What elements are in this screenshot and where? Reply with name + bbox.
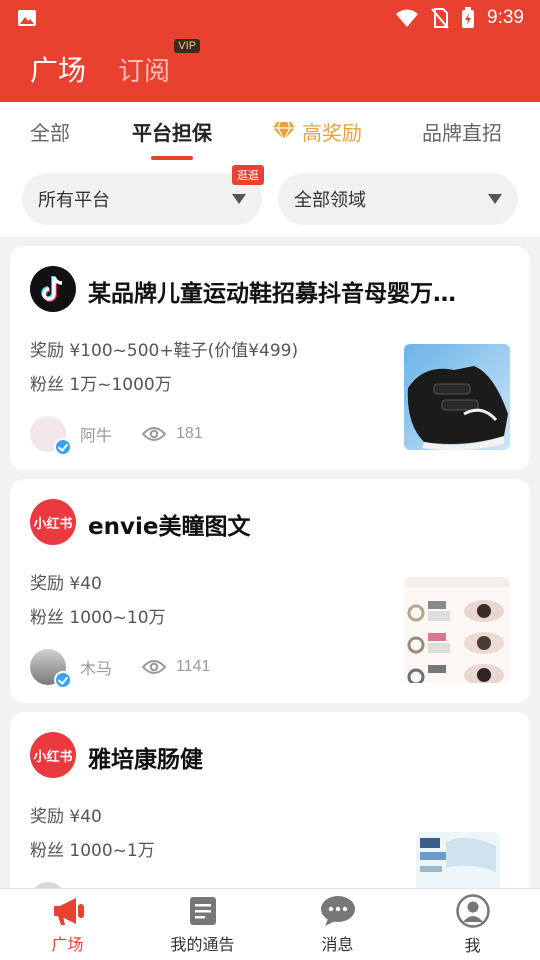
nav-me-label: 我 bbox=[464, 935, 481, 955]
diamond-icon bbox=[273, 121, 295, 141]
image-notification-icon bbox=[18, 10, 36, 26]
document-icon bbox=[189, 896, 216, 925]
subtab-high-reward[interactable]: 高奖励 bbox=[272, 117, 362, 146]
nav-square[interactable]: 广场 bbox=[0, 889, 135, 960]
no-sim-icon bbox=[431, 8, 449, 29]
header: 广场 订阅 VIP bbox=[0, 36, 540, 102]
subtab-platform-guarantee[interactable]: 平台担保 bbox=[132, 117, 212, 160]
campaign-fans-range: 粉丝 1万~1000万 bbox=[30, 375, 172, 395]
status-time: 9:39 bbox=[487, 7, 524, 28]
campaign-card[interactable]: 小红书 envie美瞳图文 奖励 ¥40 粉丝 1000~10万 木马 1141 bbox=[10, 479, 530, 703]
vip-badge: VIP bbox=[174, 38, 201, 53]
caret-down-icon bbox=[488, 193, 502, 204]
browse-badge: 逛逛 bbox=[232, 164, 264, 185]
user-icon bbox=[455, 893, 490, 928]
campaign-fans-range: 粉丝 1000~1万 bbox=[30, 841, 155, 861]
avatar[interactable] bbox=[30, 649, 72, 689]
campaign-thumbnail bbox=[404, 344, 510, 450]
campaign-card[interactable]: 某品牌儿童运动鞋招募抖音母婴万… 奖励 ¥100~500+鞋子(价值¥499) … bbox=[10, 246, 530, 470]
avatar[interactable] bbox=[30, 416, 72, 456]
xiaohongshu-logo-text: 小红书 bbox=[33, 749, 73, 765]
campaign-title: envie美瞳图文 bbox=[88, 514, 251, 540]
nav-my-notices[interactable]: 我的通告 bbox=[135, 889, 270, 960]
campaign-title: 雅培康肠健 bbox=[88, 747, 203, 773]
status-bar: 9:39 bbox=[0, 0, 540, 36]
verified-check-icon bbox=[54, 438, 72, 456]
subtab-all[interactable]: 全部 bbox=[30, 117, 70, 146]
view-count: 181 bbox=[176, 425, 203, 442]
xiaohongshu-logo-text: 小红书 bbox=[33, 516, 73, 532]
bottom-nav: 广场 我的通告 消息 我 bbox=[0, 888, 540, 960]
tab-square[interactable]: 广场 bbox=[30, 49, 86, 89]
campaign-reward: 奖励 ¥40 bbox=[30, 807, 102, 827]
subtab-high-reward-label: 高奖励 bbox=[302, 120, 362, 145]
nav-my-notices-label: 我的通告 bbox=[170, 934, 235, 954]
author-name: 木马 bbox=[80, 659, 113, 678]
top-bar: 9:39 广场 订阅 VIP bbox=[0, 0, 540, 102]
campaign-meta: 阿牛 181 bbox=[30, 416, 203, 456]
domain-filter-dropdown[interactable]: 全部领域 bbox=[278, 172, 518, 225]
verified-check-icon bbox=[54, 671, 72, 689]
battery-charging-icon bbox=[462, 7, 475, 28]
campaign-meta: 木马 1141 bbox=[30, 649, 211, 689]
eye-icon bbox=[142, 427, 167, 441]
caret-down-icon bbox=[232, 193, 246, 204]
douyin-logo-icon bbox=[30, 266, 76, 312]
xiaohongshu-logo-icon: 小红书 bbox=[30, 732, 76, 778]
eye-icon bbox=[142, 660, 167, 674]
category-tabs: 全部 平台担保 高奖励 品牌直招 bbox=[0, 102, 540, 160]
nav-square-label: 广场 bbox=[51, 934, 84, 954]
platform-filter-value: 所有平台 bbox=[38, 189, 110, 211]
nav-me[interactable]: 我 bbox=[405, 889, 540, 960]
tab-subscribe-label: 订阅 bbox=[118, 56, 171, 87]
author-name: 阿牛 bbox=[80, 426, 113, 445]
campaign-thumbnail bbox=[404, 577, 510, 683]
domain-filter-value: 全部领域 bbox=[294, 189, 366, 211]
tab-subscribe[interactable]: 订阅 VIP bbox=[118, 38, 201, 88]
chat-icon bbox=[320, 895, 355, 926]
nav-messages-label: 消息 bbox=[321, 934, 354, 954]
campaign-title: 某品牌儿童运动鞋招募抖音母婴万… bbox=[88, 281, 456, 307]
active-tab-indicator bbox=[151, 155, 193, 160]
megaphone-icon bbox=[53, 897, 84, 925]
subtab-platform-guarantee-label: 平台担保 bbox=[132, 120, 212, 145]
xiaohongshu-logo-icon: 小红书 bbox=[30, 499, 76, 545]
campaign-reward: 奖励 ¥40 bbox=[30, 574, 102, 594]
platform-filter-dropdown[interactable]: 所有平台 逛逛 bbox=[22, 164, 264, 225]
filter-bar: 所有平台 逛逛 全部领域 bbox=[0, 160, 540, 238]
campaign-fans-range: 粉丝 1000~10万 bbox=[30, 608, 166, 628]
campaign-reward: 奖励 ¥100~500+鞋子(价值¥499) bbox=[30, 341, 299, 361]
nav-messages[interactable]: 消息 bbox=[270, 889, 405, 960]
view-count: 1141 bbox=[176, 658, 211, 675]
wifi-icon bbox=[396, 9, 419, 27]
subtab-brand-direct[interactable]: 品牌直招 bbox=[422, 117, 502, 146]
